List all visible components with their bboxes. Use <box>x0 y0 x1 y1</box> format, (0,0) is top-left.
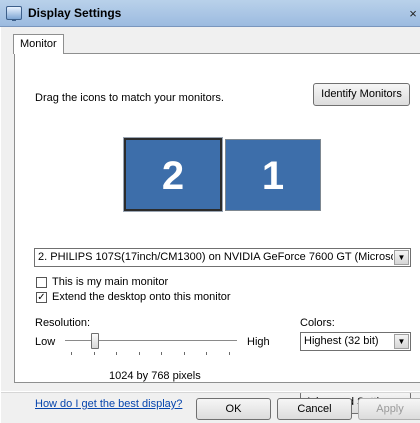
display-select[interactable]: 2. PHILIPS 107S(17inch/CM1300) on NVIDIA… <box>34 248 411 267</box>
main-monitor-checkbox[interactable] <box>36 277 47 288</box>
tab-monitor[interactable]: Monitor <box>13 34 64 54</box>
resolution-value-text: 1024 by 768 pixels <box>109 370 201 382</box>
identify-monitors-button[interactable]: Identify Monitors <box>313 83 410 106</box>
footer-divider-shadow <box>1 392 420 393</box>
ok-button[interactable]: OK <box>196 398 271 420</box>
colors-select[interactable]: Highest (32 bit) ▼ <box>300 332 411 351</box>
colors-label: Colors: <box>300 317 335 329</box>
monitor-1-icon[interactable]: 1 <box>225 139 321 211</box>
monitor-tab-panel: Drag the icons to match your monitors. I… <box>14 53 420 414</box>
help-link[interactable]: How do I get the best display? <box>35 398 182 410</box>
slider-tick <box>183 352 185 355</box>
slider-tick <box>138 352 140 355</box>
display-select-value: 2. PHILIPS 107S(17inch/CM1300) on NVIDIA… <box>38 251 393 263</box>
resolution-low-label: Low <box>35 336 56 348</box>
chevron-down-icon[interactable]: ▼ <box>394 250 409 265</box>
display-settings-icon <box>6 6 22 21</box>
slider-tick <box>229 352 230 355</box>
slider-tick <box>206 352 208 355</box>
extend-desktop-checkbox[interactable]: ✓ <box>36 292 47 303</box>
resolution-high-label: High <box>247 336 270 348</box>
chevron-down-icon[interactable]: ▼ <box>394 334 409 349</box>
slider-tick <box>161 352 163 355</box>
main-monitor-label[interactable]: This is my main monitor <box>52 276 168 288</box>
window-title: Display Settings <box>28 6 122 20</box>
colors-select-value: Highest (32 bit) <box>304 335 379 347</box>
slider-tick <box>93 352 95 355</box>
apply-button[interactable]: Apply <box>358 398 420 420</box>
dialog-body: Monitor Drag the icons to match your mon… <box>0 27 420 423</box>
title-bar: Display Settings × <box>0 0 420 27</box>
extend-desktop-label[interactable]: Extend the desktop onto this monitor <box>52 291 231 303</box>
resolution-slider-thumb[interactable] <box>90 333 99 349</box>
close-button[interactable]: × <box>406 6 420 22</box>
slider-tick <box>71 352 72 355</box>
slider-tick <box>116 352 118 355</box>
cancel-button[interactable]: Cancel <box>277 398 352 420</box>
resolution-label: Resolution: <box>35 317 91 329</box>
monitor-2-icon[interactable]: 2 <box>124 138 222 211</box>
instructions-text: Drag the icons to match your monitors. <box>35 92 224 104</box>
